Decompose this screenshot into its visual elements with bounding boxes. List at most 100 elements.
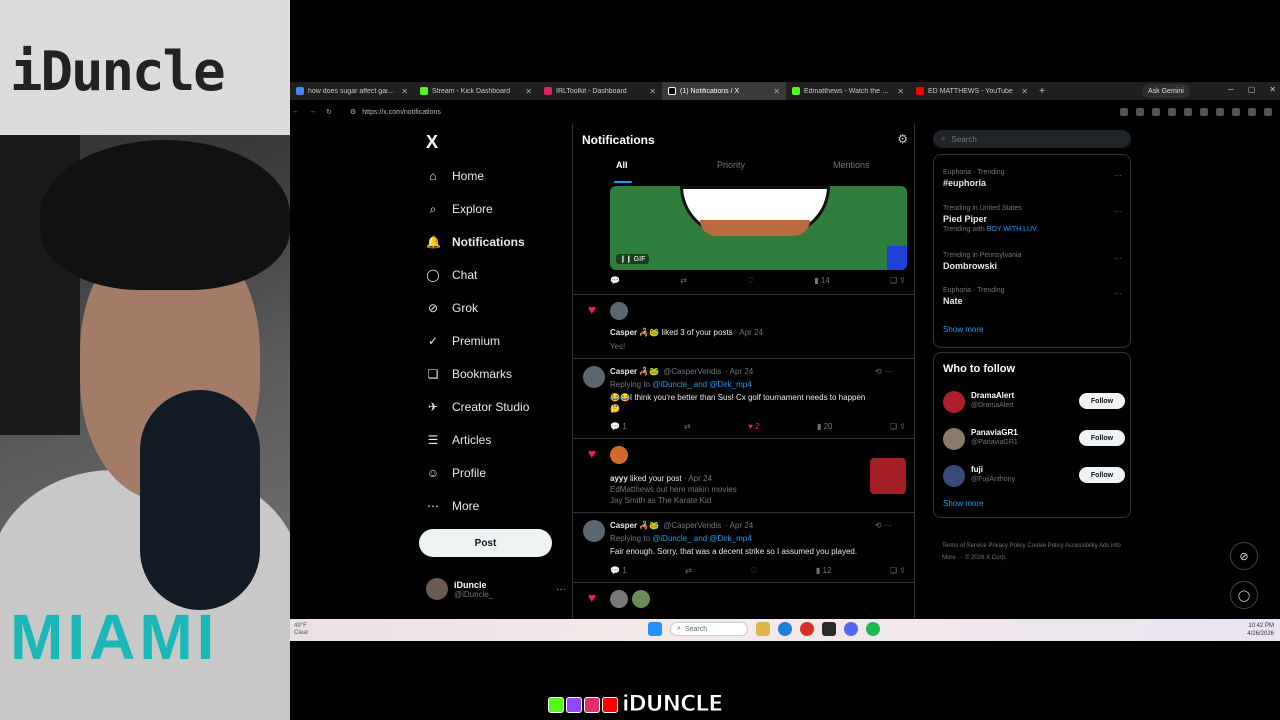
follow-button[interactable]: Follow: [1079, 393, 1125, 409]
x-logo[interactable]: X: [426, 132, 438, 153]
bookmark-icon[interactable]: ❑ ⇪: [890, 566, 906, 575]
post-button[interactable]: Post: [419, 529, 552, 557]
user-name[interactable]: Casper 🦂🐸: [610, 521, 659, 530]
avatar[interactable]: [610, 302, 628, 320]
more-icon[interactable]: ⟲ ···: [875, 367, 892, 376]
avatar[interactable]: [610, 590, 628, 608]
follow-button[interactable]: Follow: [1079, 430, 1125, 446]
user-handle[interactable]: @CasperVendis: [663, 367, 721, 376]
forward-icon[interactable]: →: [309, 108, 316, 116]
like-icon[interactable]: ♡: [750, 566, 757, 575]
chrome-icon[interactable]: [800, 622, 814, 636]
timestamp[interactable]: · Apr 24: [725, 521, 753, 530]
avatar[interactable]: [632, 590, 650, 608]
browser-tab[interactable]: how does sugar affect gains - G ✕: [290, 82, 414, 100]
close-icon[interactable]: ✕: [773, 87, 780, 96]
trend-item[interactable]: Euphoria · Trending Nate: [943, 287, 1004, 306]
chat-float-icon[interactable]: ◯: [1230, 581, 1258, 609]
taskbar-search[interactable]: ⌕ Search: [670, 622, 748, 636]
spotify-icon[interactable]: [866, 622, 880, 636]
url-field[interactable]: ⚙ https://x.com/notifications: [350, 105, 910, 119]
show-more-link[interactable]: Show more: [943, 499, 983, 508]
file-explorer-icon[interactable]: [756, 622, 770, 636]
follow-suggestion[interactable]: fuji @FujiAnthony Follow: [943, 463, 1125, 489]
browser-tab[interactable]: IRLToolkit - Dashboard ✕: [538, 82, 662, 100]
browser-tab[interactable]: Edmatthews - Watch the VOD - ✕: [786, 82, 910, 100]
browser-tab[interactable]: ED MATTHEWS - YouTube ✕: [910, 82, 1034, 100]
mention-link[interactable]: @iDuncle_ and @Dirk_mp4: [652, 380, 751, 389]
timestamp[interactable]: · Apr 24: [725, 367, 753, 376]
nav-bookmarks[interactable]: ❑ Bookmarks: [426, 364, 512, 384]
extension-icon[interactable]: [1200, 108, 1208, 116]
menu-icon[interactable]: [1264, 108, 1272, 116]
nav-explore[interactable]: ⌕ Explore: [426, 199, 493, 219]
trend-item[interactable]: Euphoria · Trending #euphoria: [943, 169, 1004, 188]
site-info-icon[interactable]: ⚙: [350, 108, 356, 116]
tab-priority[interactable]: Priority: [717, 160, 745, 170]
nav-more[interactable]: ⋯ More: [426, 496, 479, 516]
trend-item[interactable]: Trending in Pennsylvania Dombrowski: [943, 252, 1021, 271]
browser-tab[interactable]: Stream - Kick Dashboard ✕: [414, 82, 538, 100]
nav-grok[interactable]: ⊘ Grok: [426, 298, 478, 318]
bookmark-icon[interactable]: ❑ ⇪: [890, 422, 906, 431]
ask-gemini-button[interactable]: Ask Gemini: [1142, 84, 1190, 98]
views-count[interactable]: ▮ 12: [816, 566, 832, 575]
close-icon[interactable]: ✕: [525, 87, 532, 96]
nav-notifications[interactable]: 🔔 Notifications: [426, 232, 525, 252]
nav-chat[interactable]: ◯ Chat: [426, 265, 477, 285]
browser-tab-active[interactable]: (1) Notifications / X ✕: [662, 82, 786, 100]
grok-float-icon[interactable]: ⊘: [1230, 542, 1258, 570]
trend-sub-link[interactable]: BOY WITH LUV: [987, 226, 1037, 233]
extension-icon[interactable]: [1232, 108, 1240, 116]
more-icon[interactable]: ···: [556, 584, 566, 595]
gif-badge[interactable]: ❙❙ GIF: [616, 254, 650, 264]
close-icon[interactable]: ✕: [401, 87, 408, 96]
trend-item[interactable]: Trending in United States Pied Piper Trend…: [943, 205, 1037, 233]
user-name[interactable]: Casper 🦂🐸: [610, 367, 659, 376]
nav-profile[interactable]: ☺ Profile: [426, 463, 486, 483]
search-input[interactable]: ⌕ Search: [933, 130, 1131, 148]
extension-icon[interactable]: [1184, 108, 1192, 116]
clock[interactable]: 10:42 PM 4/26/2026: [1247, 622, 1274, 638]
like-notification[interactable]: ayyy liked your post · Apr 24: [610, 474, 712, 483]
close-icon[interactable]: ✕: [649, 87, 656, 96]
gear-icon[interactable]: ⚙: [897, 132, 908, 146]
show-more-link[interactable]: Show more: [943, 325, 983, 334]
close-icon[interactable]: ✕: [1021, 87, 1028, 96]
reply-icon[interactable]: 💬 1: [610, 566, 627, 575]
follow-suggestion[interactable]: PanaviaGR1 @PanaviaGR1 Follow: [943, 426, 1125, 452]
avatar[interactable]: [583, 366, 605, 388]
reply-icon[interactable]: 💬: [610, 276, 620, 285]
close-window-icon[interactable]: ✕: [1269, 85, 1276, 94]
footer-links[interactable]: Terms of Service Privacy Policy Cookie P…: [942, 540, 1132, 564]
more-icon[interactable]: ···: [1114, 171, 1122, 180]
close-icon[interactable]: ✕: [897, 87, 904, 96]
user-handle[interactable]: @CasperVendis: [663, 521, 721, 530]
extension-icon[interactable]: [1168, 108, 1176, 116]
liked-heart-icon[interactable]: ♥ 2: [748, 422, 759, 431]
tab-all[interactable]: All: [616, 160, 628, 170]
minimize-icon[interactable]: ─: [1228, 85, 1234, 94]
nav-home[interactable]: ⌂ Home: [426, 166, 484, 186]
more-icon[interactable]: ···: [1114, 254, 1122, 263]
like-icon[interactable]: ♡: [747, 276, 754, 285]
nav-premium[interactable]: ✓ Premium: [426, 331, 500, 351]
new-tab-button[interactable]: +: [1034, 86, 1050, 97]
repost-icon[interactable]: ⇄: [680, 276, 687, 285]
nav-creator-studio[interactable]: ✈ Creator Studio: [426, 397, 529, 417]
post-thumbnail[interactable]: [870, 458, 906, 494]
edge-icon[interactable]: [778, 622, 792, 636]
follow-button[interactable]: Follow: [1079, 467, 1125, 483]
extension-icon[interactable]: [1216, 108, 1224, 116]
reload-icon[interactable]: ↻: [326, 108, 332, 116]
app-icon[interactable]: [822, 622, 836, 636]
gif-media[interactable]: ❙❙ GIF: [610, 186, 907, 270]
reply-icon[interactable]: 💬 1: [610, 422, 627, 431]
repost-icon[interactable]: ⇄: [684, 422, 691, 431]
bookmark-star-icon[interactable]: [1152, 108, 1160, 116]
profile-icon[interactable]: [1248, 108, 1256, 116]
more-icon[interactable]: ···: [1114, 289, 1122, 298]
windows-start-icon[interactable]: [648, 622, 662, 636]
tab-mentions[interactable]: Mentions: [833, 160, 870, 170]
avatar[interactable]: [583, 520, 605, 542]
